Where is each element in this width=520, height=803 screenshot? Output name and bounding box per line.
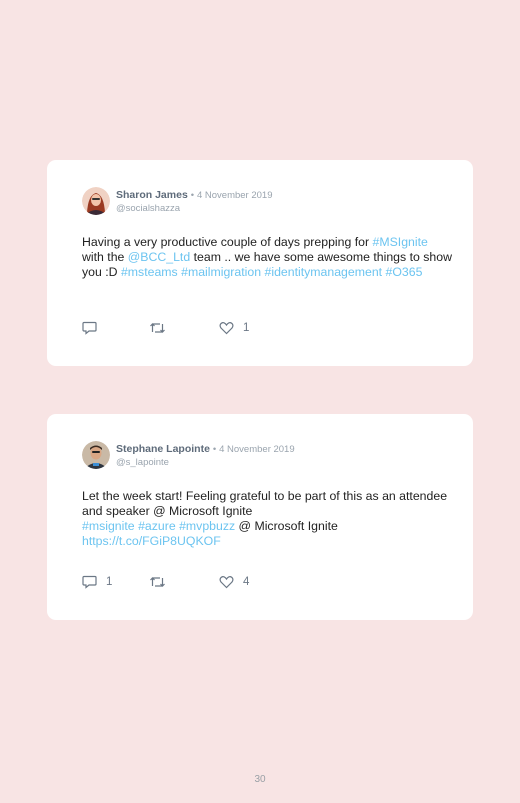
tweet-actions: 1 <box>82 320 282 338</box>
author-handle[interactable]: @s_lapointe <box>116 456 295 469</box>
retweet-icon <box>149 575 166 589</box>
hashtag-link[interactable]: #msignite <box>82 519 135 533</box>
reply-button[interactable]: 1 <box>82 574 112 590</box>
hashtag-link[interactable]: #identitymanagement <box>265 265 383 279</box>
heart-icon <box>219 575 234 589</box>
like-button[interactable]: 4 <box>219 574 249 590</box>
like-count: 4 <box>243 576 250 588</box>
hashtag-link[interactable]: #mvpbuzz <box>179 519 235 533</box>
like-count: 1 <box>243 322 250 334</box>
tweet-text: Let the week start! Feeling grateful to … <box>82 489 452 549</box>
separator: • <box>212 444 217 455</box>
page-number: 30 <box>254 774 266 785</box>
avatar[interactable] <box>82 441 110 469</box>
author-info: Sharon James • 4 November 2019 @socialsh… <box>116 189 273 215</box>
hashtag-link[interactable]: #msteams <box>121 265 178 279</box>
heart-icon <box>219 321 234 335</box>
tweet-actions: 1 4 <box>82 574 282 592</box>
tweet-text-segment: Having a very productive couple of days … <box>82 235 373 249</box>
tweet-card: Stephane Lapointe • 4 November 2019 @s_l… <box>47 414 473 620</box>
tweet-text-segment: Let the week start! Feeling grateful to … <box>82 489 448 518</box>
author-name[interactable]: Stephane Lapointe <box>116 443 210 455</box>
url-link[interactable]: https://t.co/FGiP8UQKOF <box>82 534 221 548</box>
tweet-text-segment: with the <box>82 250 128 264</box>
hashtag-link[interactable]: #azure <box>138 519 176 533</box>
hashtag-link[interactable]: #MSIgnite <box>373 235 428 249</box>
hashtag-link[interactable]: #mailmigration <box>181 265 261 279</box>
author-info: Stephane Lapointe • 4 November 2019 @s_l… <box>116 443 295 469</box>
tweet-date[interactable]: 4 November 2019 <box>197 190 273 201</box>
hashtag-link[interactable]: #O365 <box>386 265 423 279</box>
tweet-date[interactable]: 4 November 2019 <box>219 444 295 455</box>
retweet-button[interactable] <box>149 574 175 590</box>
tweet-text: Having a very productive couple of days … <box>82 235 452 280</box>
avatar[interactable] <box>82 187 110 215</box>
retweet-button[interactable] <box>149 320 175 336</box>
author-name[interactable]: Sharon James <box>116 189 188 201</box>
tweet-card: Sharon James • 4 November 2019 @socialsh… <box>47 160 473 366</box>
tweet-text-segment: @ Microsoft Ignite <box>235 519 338 533</box>
mention-link[interactable]: @BCC_Ltd <box>128 250 190 264</box>
retweet-icon <box>149 321 166 335</box>
reply-icon <box>82 321 97 335</box>
reply-button[interactable] <box>82 320 106 336</box>
author-handle[interactable]: @socialshazza <box>116 202 273 215</box>
reply-count: 1 <box>106 576 113 588</box>
separator: • <box>190 190 195 201</box>
like-button[interactable]: 1 <box>219 320 249 336</box>
reply-icon <box>82 575 97 589</box>
